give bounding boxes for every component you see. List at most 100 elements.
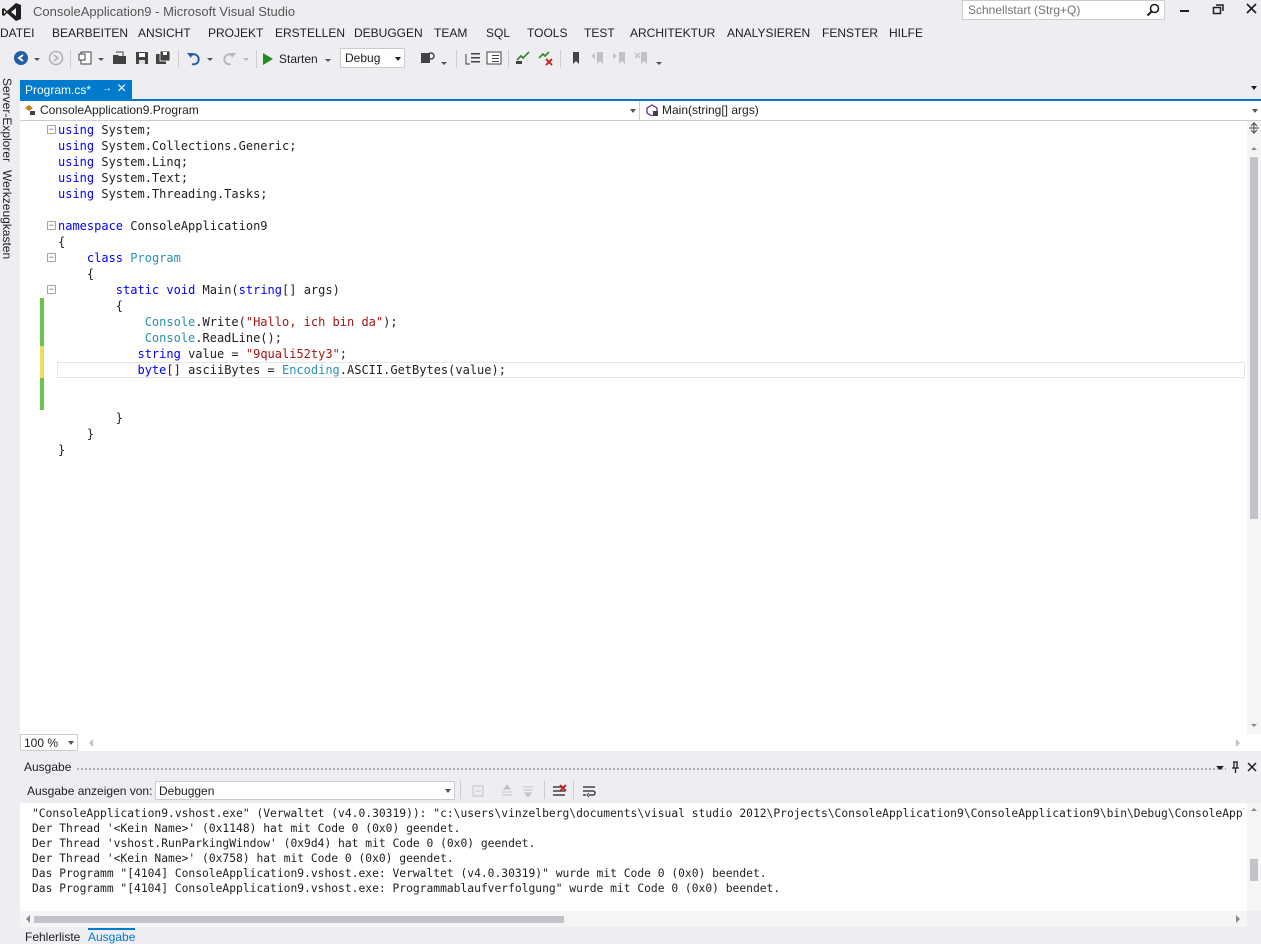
pin-icon[interactable]	[1229, 760, 1241, 774]
menu-test[interactable]: TEST	[584, 26, 615, 40]
menu-datei[interactable]: DATEI	[0, 26, 34, 40]
chevron-down-icon[interactable]	[33, 50, 41, 66]
find-in-files-icon[interactable]	[420, 50, 436, 66]
panel-menu-icon[interactable]	[1214, 761, 1226, 775]
menu-debuggen[interactable]: DEBUGGEN	[354, 26, 423, 40]
quick-launch-box[interactable]	[962, 0, 1165, 20]
code-line-7[interactable]: namespace ConsoleApplication9	[58, 218, 268, 234]
code-line-14[interactable]: Console.ReadLine();	[58, 330, 282, 346]
collapse-method-icon[interactable]: −	[47, 285, 56, 294]
close-window-button[interactable]	[1237, 0, 1261, 20]
menu-analysieren[interactable]: ANALYSIEREN	[727, 26, 810, 40]
code-line-3[interactable]: using System.Linq;	[58, 154, 188, 170]
new-project-icon[interactable]	[78, 50, 94, 66]
server-explorer-tab[interactable]: Server-Explorer	[0, 78, 14, 162]
code-line-11[interactable]: static void Main(string[] args)	[58, 282, 340, 298]
chevron-down-icon[interactable]	[324, 51, 332, 67]
chevron-down-icon[interactable]	[440, 50, 448, 66]
code-line-5[interactable]: using System.Threading.Tasks;	[58, 186, 268, 202]
pin-icon[interactable]: →	[102, 83, 112, 94]
code-line-12[interactable]: {	[58, 298, 123, 314]
code-line-2[interactable]: using System.Collections.Generic;	[58, 138, 296, 154]
toggle-word-wrap-icon[interactable]	[581, 783, 597, 799]
toolbox-tab[interactable]: Werkzeugkasten	[0, 170, 14, 259]
close-tab-icon[interactable]: ×	[117, 80, 126, 98]
editor-vertical-scrollbar[interactable]	[1247, 121, 1261, 734]
chevron-down-icon[interactable]	[97, 50, 105, 66]
menu-bearbeiten[interactable]: BEARBEITEN	[52, 26, 128, 40]
open-file-icon[interactable]	[112, 50, 128, 66]
code-editor[interactable]	[37, 121, 1247, 734]
increase-indent-icon[interactable]	[486, 50, 502, 66]
output-source-select[interactable]: Debuggen	[155, 781, 455, 800]
split-editor-icon[interactable]	[1247, 121, 1261, 135]
scroll-left-icon[interactable]	[22, 911, 34, 927]
restore-button[interactable]	[1203, 0, 1233, 20]
search-icon[interactable]	[1146, 3, 1160, 17]
collapse-using-icon[interactable]: −	[47, 125, 56, 134]
scroll-up-icon[interactable]	[1247, 803, 1261, 815]
decrease-indent-icon[interactable]	[465, 50, 481, 66]
scroll-down-icon[interactable]	[1247, 719, 1261, 733]
output-toolbar: Ausgabe anzeigen von: Debuggen	[20, 781, 1261, 801]
scrollbar-thumb[interactable]	[34, 916, 564, 923]
menu-erstellen[interactable]: ERSTELLEN	[275, 26, 345, 40]
code-line-9[interactable]: class Program	[58, 250, 181, 266]
code-line-19[interactable]: }	[58, 410, 123, 426]
code-line-16[interactable]: byte[] asciiBytes = Encoding.ASCII.GetBy…	[58, 362, 505, 378]
scroll-right-icon[interactable]	[1232, 911, 1244, 927]
menu-team[interactable]: TEAM	[434, 26, 467, 40]
zoom-level-select[interactable]: 100 %	[20, 734, 78, 751]
code-line-10[interactable]: {	[58, 266, 94, 282]
member-selector[interactable]: Main(string[] args)	[642, 101, 1261, 120]
code-line-20[interactable]: }	[58, 426, 94, 442]
chevron-down-icon[interactable]	[655, 50, 663, 66]
close-panel-icon[interactable]	[1246, 761, 1258, 775]
menu-architektur[interactable]: ARCHITEKTUR	[630, 26, 715, 40]
collapse-class-icon[interactable]: −	[47, 253, 56, 262]
document-tab-program-cs[interactable]: Program.cs* → ×	[20, 80, 132, 100]
scroll-left-icon[interactable]	[86, 736, 96, 750]
menu-fenster[interactable]: FENSTER	[822, 26, 878, 40]
menu-projekt[interactable]: PROJEKT	[208, 26, 263, 40]
start-debugging-button[interactable]: Starten	[263, 49, 332, 69]
save-icon[interactable]	[134, 50, 150, 66]
output-horizontal-scrollbar[interactable]	[20, 911, 1247, 927]
collapse-namespace-icon[interactable]: −	[47, 221, 56, 230]
clear-all-icon[interactable]	[551, 783, 567, 799]
code-line-21[interactable]: }	[58, 442, 65, 458]
output-text-area[interactable]: "ConsoleApplication9.vshost.exe" (Verwal…	[20, 803, 1261, 911]
menu-hilfe[interactable]: HILFE	[889, 26, 923, 40]
code-line-1[interactable]: using System;	[58, 122, 152, 138]
type-selector[interactable]: ConsoleApplication9.Program	[20, 101, 640, 120]
chevron-down-icon[interactable]	[206, 50, 214, 66]
output-line: Der Thread '<Kein Name>' (0x1148) hat mi…	[32, 822, 461, 835]
output-line: Der Thread 'vshost.RunParkingWindow' (0x…	[32, 837, 536, 850]
menu-ansicht[interactable]: ANSICHT	[138, 26, 191, 40]
tab-list-dropdown-icon[interactable]	[1251, 86, 1257, 90]
navigate-back-icon[interactable]	[13, 50, 29, 66]
redo-icon	[221, 50, 237, 66]
minimize-icon	[1180, 10, 1189, 12]
panel-grip[interactable]	[76, 767, 1226, 771]
toolbar-separator	[70, 50, 71, 68]
quick-launch-input[interactable]	[963, 1, 1143, 19]
solution-configuration-select[interactable]: Debug	[340, 48, 405, 68]
code-line-4[interactable]: using System.Text;	[58, 170, 188, 186]
undo-icon[interactable]	[186, 50, 202, 66]
menu-sql[interactable]: SQL	[486, 26, 510, 40]
comment-lines-icon[interactable]	[515, 50, 531, 66]
code-line-8[interactable]: {	[58, 234, 65, 250]
bookmark-icon[interactable]	[568, 50, 584, 66]
code-line-13[interactable]: Console.Write("Hallo, ich bin da");	[58, 314, 398, 330]
scroll-up-icon[interactable]	[1247, 141, 1261, 155]
minimize-button[interactable]	[1169, 0, 1199, 20]
scroll-right-icon[interactable]	[1233, 736, 1243, 750]
scrollbar-thumb[interactable]	[1250, 157, 1258, 519]
code-line-15[interactable]: string value = "9quali52ty3";	[58, 346, 347, 362]
scrollbar-thumb[interactable]	[1250, 859, 1258, 881]
uncomment-lines-icon[interactable]	[537, 50, 553, 66]
save-all-icon[interactable]	[155, 50, 171, 66]
menu-tools[interactable]: TOOLS	[527, 26, 567, 40]
output-vertical-scrollbar[interactable]	[1247, 803, 1261, 911]
